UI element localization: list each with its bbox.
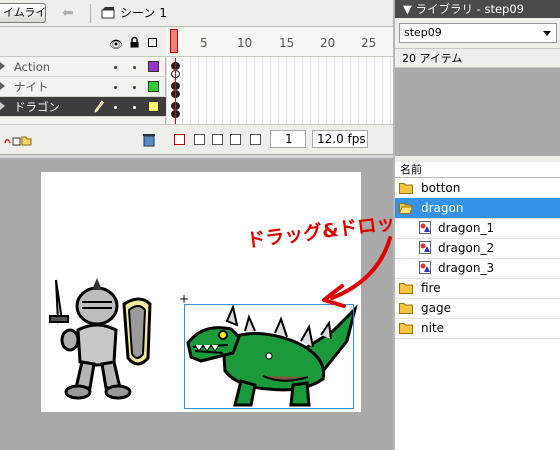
lock-dot[interactable] (133, 106, 136, 109)
layer-color-swatch[interactable] (148, 101, 159, 112)
graphic-symbol-icon (419, 261, 431, 274)
library-item-label: dragon_3 (438, 261, 495, 275)
pencil-icon (94, 100, 104, 113)
library-title: ライブラリ - step09 (415, 2, 524, 16)
library-item-botton[interactable]: botton (395, 178, 560, 199)
library-item-dragon-2[interactable]: dragon_2 (395, 238, 560, 259)
library-panel: ▼ ライブラリ - step09 step09 20 アイテム 名前 botto… (393, 0, 560, 450)
open-folder-icon (399, 203, 413, 214)
library-document-select[interactable]: step09 (399, 23, 557, 43)
layer-name: ドラゴン (14, 100, 60, 114)
current-frame-field[interactable]: 1 (270, 130, 306, 148)
layer-color-swatch[interactable] (148, 81, 159, 92)
onion-markers-icon[interactable] (250, 134, 261, 145)
playhead[interactable] (170, 29, 178, 53)
layer-row-action[interactable]: Action (0, 57, 166, 77)
library-item-nite[interactable]: nite (395, 318, 560, 339)
visibility-dot[interactable] (114, 86, 117, 89)
lock-dot[interactable] (133, 66, 136, 69)
library-title-bar[interactable]: ▼ ライブラリ - step09 (395, 0, 560, 18)
layer-row-knight[interactable]: ナイト (0, 77, 166, 97)
timeline-button[interactable]: イムライン (0, 3, 46, 23)
frame-number: 5 (200, 36, 208, 50)
layer-icon (0, 102, 5, 110)
library-item-label: fire (421, 281, 441, 295)
graphic-symbol-icon (419, 221, 431, 234)
item-count: 20 アイテム (395, 48, 560, 68)
frame-number: 20 (320, 36, 336, 50)
graphic-symbol-icon (419, 241, 431, 254)
library-item-label: nite (421, 321, 445, 335)
layer-name: ナイト (14, 80, 49, 94)
frame-ruler[interactable]: 5 10 15 20 25 (166, 27, 393, 57)
folder-icon (399, 183, 413, 194)
layer-footer (0, 124, 166, 154)
outline-square-icon[interactable] (148, 38, 157, 47)
library-item-fire[interactable]: fire (395, 278, 560, 299)
folder-icon (399, 283, 413, 294)
library-preview (395, 68, 560, 156)
add-layer-icon[interactable] (4, 134, 32, 146)
library-item-dragon-3[interactable]: dragon_3 (395, 258, 560, 279)
layer-list: 👁 Action ナイト ドラゴン (0, 27, 166, 154)
layer-header: 👁 (0, 27, 166, 57)
lock-icon[interactable] (130, 37, 139, 48)
library-item-dragon-1[interactable]: dragon_1 (395, 218, 560, 239)
timeline-panel: 👁 Action ナイト ドラゴン 5 10 15 20 25 1 12.0 f… (0, 27, 393, 154)
scene-clapper-icon (101, 7, 115, 19)
library-item-list: botton dragon dragon_1 dragon_2 dragon_3… (395, 178, 560, 450)
chevron-down-icon (543, 31, 551, 36)
center-frame-icon[interactable] (174, 134, 185, 145)
visibility-dot[interactable] (114, 66, 117, 69)
layer-icon (0, 62, 5, 70)
frame-number: 10 (237, 36, 253, 50)
onion-skin-icon[interactable] (194, 134, 205, 145)
library-item-dragon[interactable]: dragon (395, 198, 560, 219)
edit-multiple-frames-icon[interactable] (230, 134, 241, 145)
eye-icon[interactable]: 👁 (109, 38, 123, 51)
back-arrow-icon[interactable]: ⬅ (62, 5, 82, 21)
trash-icon[interactable] (142, 133, 156, 147)
selection-bounding-box[interactable] (184, 304, 354, 409)
layer-color-swatch[interactable] (148, 61, 159, 72)
folder-icon (399, 303, 413, 314)
frame-grid[interactable] (166, 58, 393, 124)
timeline-footer: 1 12.0 fps (166, 124, 393, 154)
knight-graphic[interactable] (42, 270, 162, 410)
onion-outline-icon[interactable] (212, 134, 223, 145)
library-item-label: dragon_1 (438, 221, 495, 235)
lock-dot[interactable] (133, 86, 136, 89)
library-item-label: gage (421, 301, 451, 315)
folder-icon (399, 323, 413, 334)
layer-row-dragon[interactable]: ドラゴン (0, 97, 166, 117)
library-item-label: dragon_2 (438, 241, 495, 255)
edit-bar: イムライン ⬅ シーン 1 (0, 0, 393, 27)
visibility-dot[interactable] (114, 106, 117, 109)
name-column-header[interactable]: 名前 (395, 162, 560, 178)
scene-label[interactable]: シーン 1 (120, 6, 167, 20)
frame-number: 15 (279, 36, 295, 50)
toolbar-divider (90, 4, 91, 23)
layer-icon (0, 82, 5, 90)
collapse-triangle-icon[interactable]: ▼ (403, 2, 416, 16)
frame-rate-field[interactable]: 12.0 fps (312, 130, 368, 148)
frame-number: 25 (361, 36, 377, 50)
registration-cross-icon: + (179, 292, 190, 306)
library-item-gage[interactable]: gage (395, 298, 560, 319)
layer-name: Action (14, 60, 51, 74)
library-item-label: botton (421, 181, 461, 195)
drag-arrow (322, 236, 392, 308)
library-select-value: step09 (404, 26, 442, 39)
library-item-label: dragon (421, 201, 464, 215)
